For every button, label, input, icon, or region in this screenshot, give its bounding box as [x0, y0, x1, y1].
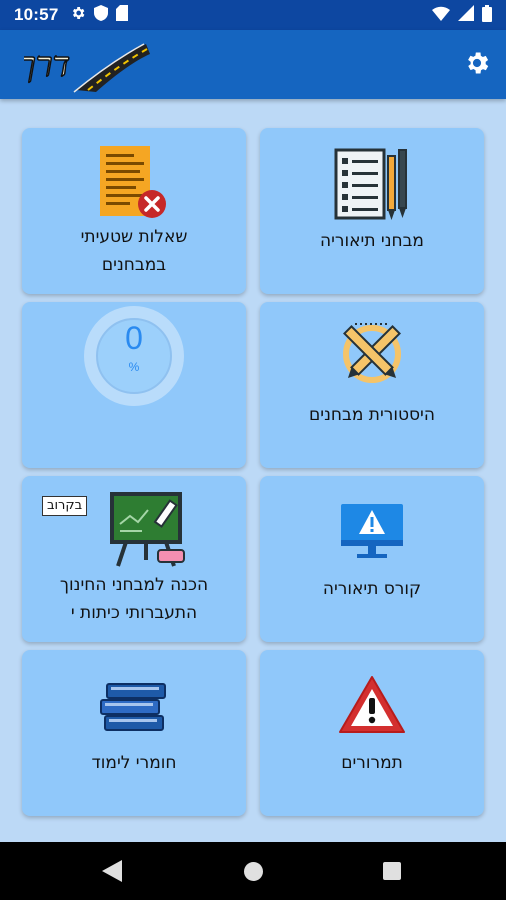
- crossed-pencils-icon: [335, 316, 409, 394]
- books-stack-icon: [99, 678, 169, 738]
- tile-theory-exams-label: מבחני תיאוריה: [320, 231, 424, 251]
- wifi-icon: [432, 6, 450, 25]
- progress-unit: %: [128, 360, 140, 374]
- app-logo: דרך: [18, 32, 150, 96]
- settings-notification-icon: [70, 5, 86, 25]
- tile-theory-course[interactable]: קורס תיאוריה: [260, 476, 484, 642]
- status-bar: 10:57: [0, 0, 506, 30]
- nav-back-button[interactable]: [102, 860, 122, 886]
- tile-wrong-answers-label-2: במבחנים: [101, 255, 167, 275]
- tile-study-materials[interactable]: חומרי לימוד: [22, 650, 246, 816]
- back-triangle-icon: [102, 860, 122, 886]
- tile-exam-history[interactable]: היסטורית מבחנים: [260, 302, 484, 468]
- status-system-icons: [432, 4, 492, 26]
- tile-wrong-answers-label-1: שאלות שטעיתי: [80, 227, 188, 247]
- tile-wrong-answers[interactable]: שאלות שטעיתי במבחנים: [22, 128, 246, 294]
- chalkboard-easel-icon: [108, 490, 188, 572]
- tile-theory-exams[interactable]: מבחני תיאוריה: [260, 128, 484, 294]
- signal-icon: [458, 5, 474, 25]
- shield-icon: [94, 5, 109, 25]
- logo-text: דרך: [24, 45, 70, 85]
- gear-icon: [463, 49, 491, 81]
- tile-theory-course-label: קורס תיאוריה: [322, 579, 422, 599]
- tile-ministry-exam-prep[interactable]: בקרוב הכנה למבחני החינוך התעברותי כיתות …: [22, 476, 246, 642]
- warning-triangle-icon: [337, 674, 407, 740]
- nav-recent-apps-button[interactable]: [383, 862, 401, 880]
- exam-sheet-pencil-icon: [332, 144, 412, 228]
- progress-gauge: 0 %: [84, 306, 184, 406]
- tile-progress[interactable]: 0 %: [22, 302, 246, 468]
- tile-study-materials-label: חומרי לימוד: [91, 753, 177, 773]
- tile-ministry-exam-prep-label-1: הכנה למבחני החינוך: [59, 575, 209, 595]
- tile-ministry-exam-prep-label-2: התעברותי כיתות י: [70, 603, 198, 623]
- status-notification-icons: [70, 5, 129, 25]
- settings-button[interactable]: [462, 50, 492, 80]
- progress-value: 0: [125, 320, 143, 356]
- system-nav-bar: [0, 842, 506, 900]
- status-time: 10:57: [14, 5, 59, 24]
- tile-exam-history-label: היסטורית מבחנים: [309, 405, 435, 425]
- tile-road-signs[interactable]: תמרורים: [260, 650, 484, 816]
- document-error-icon: [96, 142, 172, 226]
- coming-soon-badge: בקרוב: [42, 496, 88, 516]
- app-bar: דרך: [0, 30, 506, 99]
- nav-home-button[interactable]: [244, 862, 263, 881]
- battery-icon: [482, 4, 492, 26]
- sim-card-icon: [116, 5, 129, 25]
- tile-road-signs-label: תמרורים: [341, 753, 403, 773]
- monitor-warning-icon: [339, 502, 405, 568]
